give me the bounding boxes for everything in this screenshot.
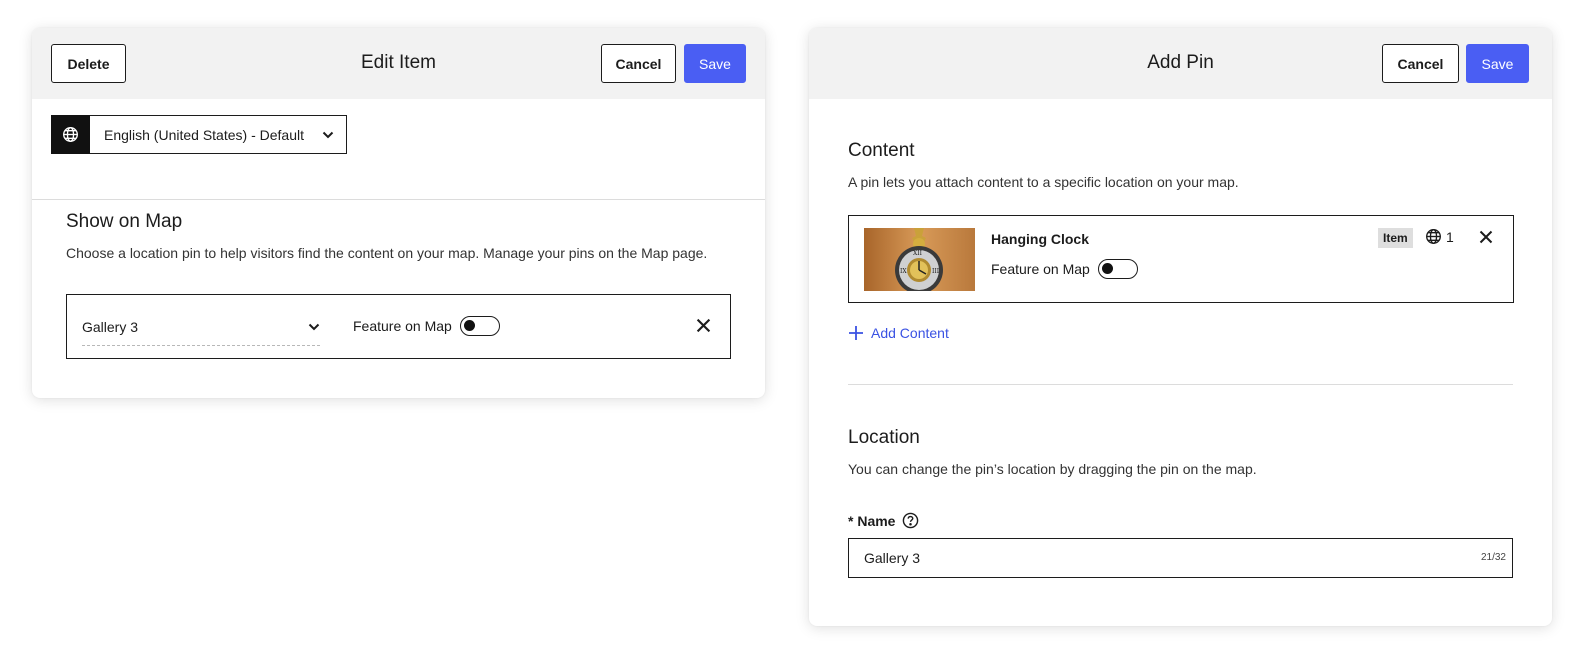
remove-pin-close-icon[interactable] xyxy=(696,318,711,333)
language-select-label: English (United States) - Default xyxy=(104,126,304,143)
globe-icon xyxy=(1425,228,1442,245)
content-item-title: Hanging Clock xyxy=(991,231,1090,247)
svg-text:III: III xyxy=(932,268,940,275)
pin-select[interactable]: Gallery 3 xyxy=(82,309,320,346)
location-section-title: Location xyxy=(848,427,920,448)
item-type-badge: Item xyxy=(1378,228,1413,248)
feature-on-map-toggle[interactable] xyxy=(1097,259,1138,279)
add-pin-header: Add Pin Cancel Save xyxy=(809,28,1552,99)
content-section-title: Content xyxy=(848,140,915,161)
feature-on-map-control: Feature on Map xyxy=(353,316,500,336)
toggle-knob xyxy=(463,320,475,331)
pin-assignment-row: Gallery 3 Feature on Map xyxy=(66,294,731,359)
show-on-map-title: Show on Map xyxy=(66,211,183,232)
feature-on-map-toggle[interactable] xyxy=(459,316,500,336)
chevron-down-icon xyxy=(322,131,334,139)
feature-on-map-control: Feature on Map xyxy=(991,259,1138,279)
name-label-text: * Name xyxy=(848,512,896,529)
feature-on-map-label: Feature on Map xyxy=(991,261,1090,277)
globe-icon xyxy=(51,114,90,154)
cancel-button[interactable]: Cancel xyxy=(1382,44,1459,83)
edit-item-header: Delete Edit Item Cancel Save xyxy=(32,28,765,99)
cancel-button[interactable]: Cancel xyxy=(601,44,676,83)
svg-text:IX: IX xyxy=(900,268,907,275)
show-on-map-description: Choose a location pin to help visitors f… xyxy=(66,245,708,261)
plus-icon xyxy=(848,325,864,341)
remove-content-close-icon[interactable] xyxy=(1479,230,1493,244)
delete-button[interactable]: Delete xyxy=(51,44,126,83)
section-divider xyxy=(848,384,1513,385)
add-pin-panel: Add Pin Cancel Save Content A pin lets y… xyxy=(809,28,1552,626)
add-content-label: Add Content xyxy=(871,325,949,341)
pin-select-value: Gallery 3 xyxy=(82,319,139,335)
language-select[interactable]: English (United States) - Default xyxy=(51,114,347,154)
save-button[interactable]: Save xyxy=(684,44,746,83)
svg-text:XII: XII xyxy=(913,250,923,257)
location-section-description: You can change the pin’s location by dra… xyxy=(848,461,1257,477)
item-thumbnail: XII IX III xyxy=(864,228,975,291)
language-count: 1 xyxy=(1425,228,1454,245)
content-section-description: A pin lets you attach content to a speci… xyxy=(848,174,1239,190)
save-button[interactable]: Save xyxy=(1466,44,1529,83)
toggle-knob xyxy=(1101,263,1113,274)
name-field-label: * Name xyxy=(848,512,919,529)
help-icon[interactable] xyxy=(902,512,919,529)
language-count-value: 1 xyxy=(1446,228,1454,245)
add-content-link[interactable]: Add Content xyxy=(848,325,949,341)
chevron-down-icon xyxy=(308,323,320,331)
feature-on-map-label: Feature on Map xyxy=(353,318,452,334)
content-item-card: XII IX III Hanging Clock Feature on Map … xyxy=(848,215,1514,303)
language-row: English (United States) - Default xyxy=(32,99,765,200)
name-char-count: 21/32 xyxy=(1480,552,1506,563)
edit-item-panel: Delete Edit Item Cancel Save English (Un… xyxy=(32,28,765,398)
name-input[interactable] xyxy=(848,538,1513,578)
